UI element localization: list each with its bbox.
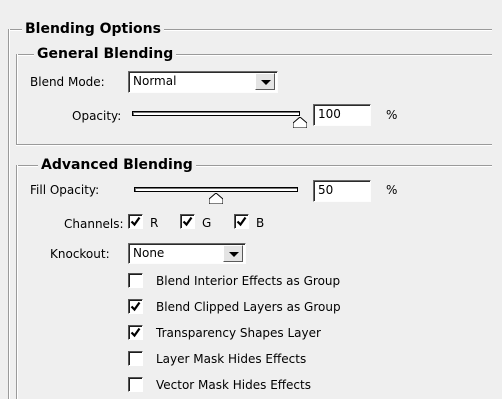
knockout-label: Knockout:	[50, 247, 110, 261]
fill-opacity-input[interactable]: 50	[313, 180, 371, 202]
blend-interior-effects-label: Blend Interior Effects as Group	[156, 274, 341, 288]
general-blending-title: General Blending	[34, 45, 177, 63]
channel-b-label: B	[256, 216, 265, 230]
blend-mode-select[interactable]: Normal	[128, 71, 278, 93]
checkmark-icon	[236, 216, 247, 227]
checkmark-icon	[130, 301, 141, 312]
general-blending-frame-left	[16, 54, 18, 144]
channel-g-label: G	[202, 216, 212, 230]
layer-mask-hides-effects-checkbox[interactable]	[128, 351, 143, 366]
vector-mask-hides-effects-label: Vector Mask Hides Effects	[156, 378, 311, 392]
opacity-input[interactable]: 100	[313, 104, 371, 126]
fill-opacity-unit: %	[386, 183, 398, 197]
blending-options-title: Blending Options	[22, 20, 164, 38]
checkmark-icon	[130, 216, 141, 227]
checkmark-icon	[130, 327, 141, 338]
blend-mode-label: Blend Mode:	[30, 75, 105, 89]
knockout-select[interactable]: None	[128, 243, 246, 264]
channel-r-label: R	[150, 216, 159, 230]
slider-thumb-icon[interactable]	[209, 193, 223, 204]
channel-g-checkbox[interactable]	[180, 214, 195, 229]
layer-mask-hides-effects-label: Layer Mask Hides Effects	[156, 352, 307, 366]
transparency-shapes-layer-checkbox[interactable]	[128, 325, 143, 340]
blend-interior-effects-checkbox[interactable]	[128, 273, 143, 288]
chevron-down-icon[interactable]	[255, 73, 275, 90]
fill-opacity-slider-track[interactable]	[134, 187, 298, 192]
checkmark-icon	[182, 216, 193, 227]
opacity-slider[interactable]	[132, 106, 312, 128]
slider-thumb-icon[interactable]	[293, 117, 307, 128]
opacity-slider-track[interactable]	[132, 111, 300, 116]
transparency-shapes-layer-label: Transparency Shapes Layer	[156, 326, 321, 340]
chevron-down-icon[interactable]	[223, 245, 243, 262]
channel-r-checkbox[interactable]	[128, 214, 143, 229]
opacity-label: Opacity:	[72, 109, 122, 123]
blend-clipped-layers-checkbox[interactable]	[128, 299, 143, 314]
channel-b-checkbox[interactable]	[234, 214, 249, 229]
opacity-unit: %	[386, 108, 398, 122]
advanced-blending-title: Advanced Blending	[38, 156, 196, 174]
blend-clipped-layers-label: Blend Clipped Layers as Group	[156, 300, 341, 314]
fill-opacity-slider[interactable]	[134, 182, 304, 204]
channels-label: Channels:	[64, 217, 124, 231]
fill-opacity-label: Fill Opacity:	[30, 183, 100, 197]
vector-mask-hides-effects-checkbox[interactable]	[128, 377, 143, 392]
advanced-blending-frame-left	[16, 165, 18, 399]
blending-options-frame-left	[8, 29, 10, 399]
general-blending-frame-bottom	[16, 144, 492, 146]
